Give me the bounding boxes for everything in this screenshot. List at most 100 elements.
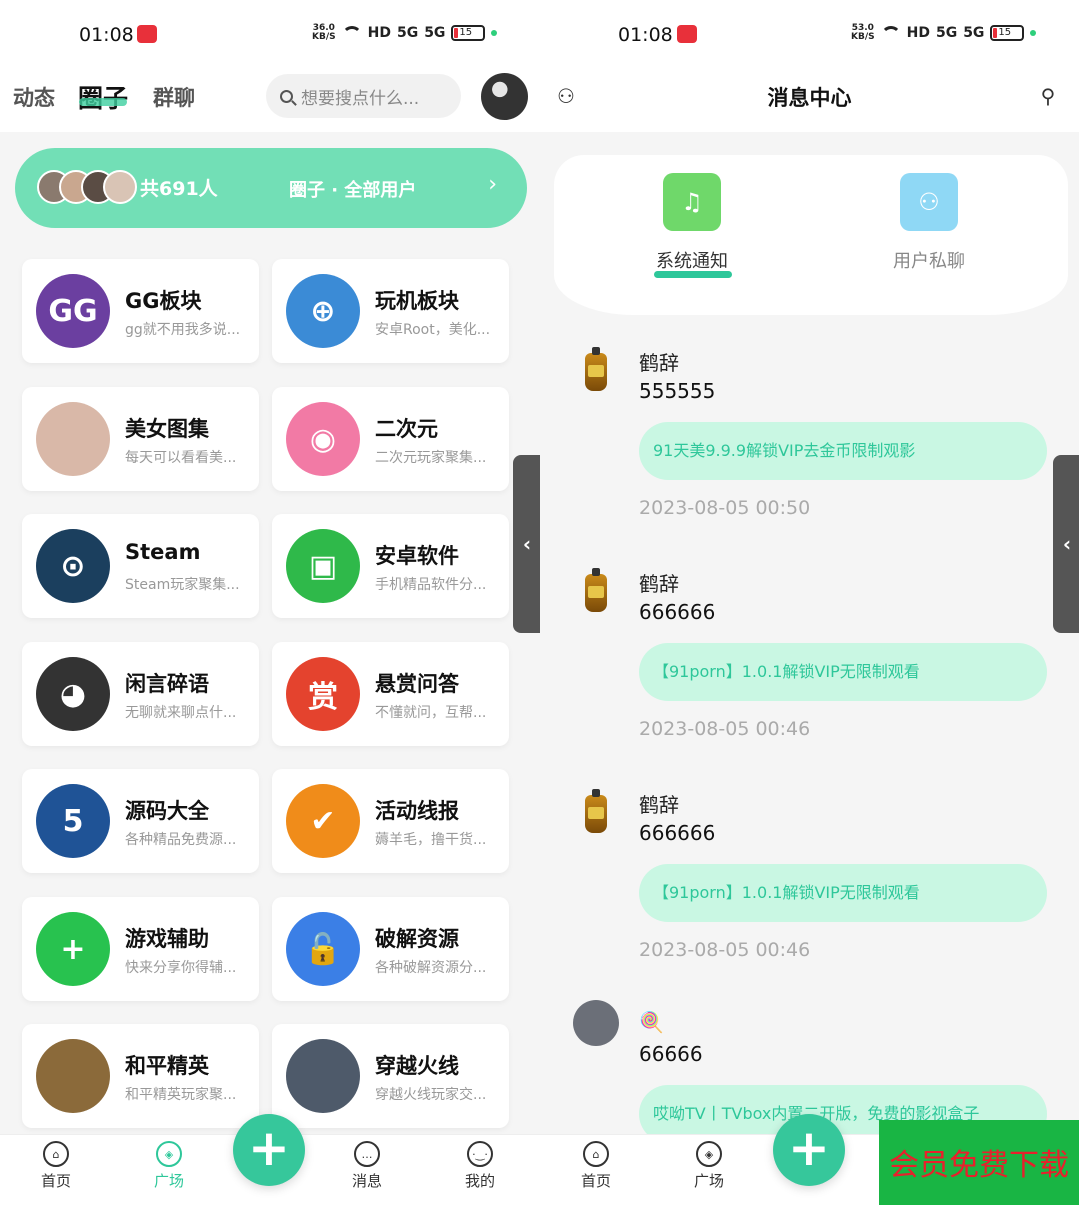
circle-name: 活动线报 bbox=[375, 799, 459, 823]
message-time: 2023-08-05 00:46 bbox=[639, 718, 811, 740]
chevron-right-icon: › bbox=[488, 172, 497, 197]
signal-icon: 5G bbox=[424, 25, 446, 41]
circle-desc: 快来分享你得辅... bbox=[125, 960, 237, 976]
face-icon: ·‿· bbox=[467, 1141, 493, 1167]
nav-home[interactable]: ⌂ 首页 bbox=[566, 1141, 626, 1191]
side-drawer-handle[interactable]: ‹ bbox=[513, 455, 540, 633]
controller-icon: + bbox=[36, 912, 110, 986]
circle-card[interactable]: ⊙ Steam Steam玩家聚集... bbox=[22, 514, 259, 618]
lock-icon: 🔓 bbox=[286, 912, 360, 986]
pubg-icon bbox=[36, 1039, 110, 1113]
create-post-button[interactable]: + bbox=[773, 1114, 845, 1186]
circle-card[interactable]: 赏悬赏问答 不懂就问，互帮... bbox=[272, 642, 509, 746]
nav-square[interactable]: ◈ 广场 bbox=[139, 1141, 199, 1191]
vip-download-overlay[interactable]: 会员免费下载 bbox=[879, 1120, 1079, 1205]
gg-icon: GG bbox=[36, 274, 110, 348]
hd-icon: HD bbox=[367, 25, 391, 41]
steam-icon: ⊙ bbox=[36, 529, 110, 603]
circle-card[interactable]: 🔓 破解资源各种破解资源分... bbox=[272, 897, 509, 1001]
circle-card[interactable]: + 游戏辅助快来分享你得辅... bbox=[22, 897, 259, 1001]
add-user-icon[interactable]: ⚲ bbox=[1036, 84, 1060, 108]
status-time: 01:08 bbox=[618, 24, 673, 46]
notification-app-icon bbox=[137, 25, 157, 43]
status-bar: 01:08 36.0 KB/S HD 5G 5G 15 bbox=[0, 0, 540, 66]
message-time: 2023-08-05 00:46 bbox=[639, 939, 811, 961]
tab-group-chat[interactable]: 群聊 bbox=[153, 82, 195, 112]
circle-card[interactable]: ⊕ 玩机板块 安卓Root，美化... bbox=[272, 259, 509, 363]
battery-icon: 15 bbox=[451, 25, 486, 41]
circle-desc: 薅羊毛，撸干货... bbox=[375, 832, 487, 848]
photo-avatar-icon bbox=[36, 402, 110, 476]
circle-name: 穿越火线 bbox=[375, 1054, 459, 1078]
circle-name: 美女图集 bbox=[125, 417, 209, 441]
circle-desc: 各种精品免费源... bbox=[125, 832, 237, 848]
users-icon: ⚇ bbox=[900, 173, 958, 231]
circle-name: 破解资源 bbox=[375, 927, 459, 951]
member-avatars bbox=[37, 170, 137, 204]
circle-card[interactable]: 和平精英和平精英玩家聚... bbox=[22, 1024, 259, 1128]
circle-name: 和平精英 bbox=[125, 1054, 209, 1078]
circle-desc: gg就不用我多说... bbox=[125, 322, 241, 338]
message-time: 2023-08-05 00:50 bbox=[639, 497, 811, 519]
circle-card[interactable]: ▣ 安卓软件 手机精品软件分... bbox=[272, 514, 509, 618]
side-drawer-handle[interactable]: ‹ bbox=[1053, 455, 1079, 633]
message-text: 555555 bbox=[639, 379, 716, 403]
circle-card[interactable]: 穿越火线穿越火线玩家交... bbox=[272, 1024, 509, 1128]
circle-name: 游戏辅助 bbox=[125, 927, 209, 951]
circle-card[interactable]: 5 源码大全 各种精品免费源... bbox=[22, 769, 259, 873]
message-link-bubble[interactable]: 91天美9.9.9解锁VIP去金币限制观影 bbox=[639, 422, 1047, 480]
message-text: 666666 bbox=[639, 821, 716, 845]
circle-desc: 每天可以看看美... bbox=[125, 450, 237, 466]
circle-card[interactable]: GG GG板块 gg就不用我多说... bbox=[22, 259, 259, 363]
compass-icon: ◈ bbox=[696, 1141, 722, 1167]
notification-app-icon bbox=[677, 25, 697, 43]
search-icon bbox=[280, 89, 293, 103]
circle-desc: 各种破解资源分... bbox=[375, 960, 487, 976]
nav-square[interactable]: ◈ 广场 bbox=[679, 1141, 739, 1191]
signal-icon: 5G bbox=[935, 25, 958, 41]
circle-name: Steam bbox=[125, 540, 201, 564]
search-input[interactable]: 想要搜点什么... bbox=[266, 74, 461, 118]
circle-name: 源码大全 bbox=[125, 799, 209, 823]
net-speed: 36.0 KB/S bbox=[312, 23, 336, 42]
home-icon: ⌂ bbox=[43, 1141, 69, 1167]
create-post-button[interactable]: + bbox=[233, 1114, 305, 1186]
circle-desc: 穿越火线玩家交... bbox=[375, 1087, 487, 1103]
cf-icon bbox=[286, 1039, 360, 1113]
avatar[interactable] bbox=[481, 73, 528, 120]
circle-name: 二次元 bbox=[375, 417, 438, 441]
privacy-dot bbox=[1030, 30, 1037, 36]
circle-desc: 二次元玩家聚集... bbox=[375, 450, 487, 466]
wifi-icon bbox=[341, 26, 362, 40]
circle-desc: 和平精英玩家聚... bbox=[125, 1087, 237, 1103]
tab-circles[interactable]: 圈子 bbox=[78, 79, 128, 115]
page-title: 消息中心 bbox=[767, 86, 852, 110]
search-placeholder: 想要搜点什么... bbox=[301, 88, 420, 109]
sender-name: 🍭 bbox=[639, 1010, 664, 1034]
badge-check-icon: ✔ bbox=[286, 784, 360, 858]
tab-system-notice[interactable]: ♫ 系统通知 bbox=[632, 173, 752, 273]
nav-profile[interactable]: ·‿· 我的 bbox=[450, 1141, 510, 1191]
message-link-bubble[interactable]: 【91porn】1.0.1解锁VIP无限制观看 bbox=[639, 864, 1047, 922]
circle-name: 闲言碎语 bbox=[125, 672, 209, 696]
all-users-banner[interactable]: 共691人 圈子 · 全部用户 › bbox=[15, 148, 527, 228]
circle-desc: 手机精品软件分... bbox=[375, 577, 487, 593]
circle-card[interactable]: ◉ 二次元 二次元玩家聚集... bbox=[272, 387, 509, 491]
nav-home[interactable]: ⌂ 首页 bbox=[26, 1141, 86, 1191]
battery-icon: 15 bbox=[990, 25, 1025, 41]
circle-desc: Steam玩家聚集... bbox=[125, 577, 240, 593]
nav-messages[interactable]: … 消息 bbox=[337, 1141, 397, 1191]
circle-card[interactable]: 美女图集每天可以看看美... bbox=[22, 387, 259, 491]
message-text: 66666 bbox=[639, 1042, 703, 1066]
android-icon: ▣ bbox=[286, 529, 360, 603]
tab-private-chat[interactable]: ⚇ 用户私聊 bbox=[869, 173, 989, 273]
net-speed: 53.0 KB/S bbox=[851, 23, 875, 42]
sender-name: 鹤辞 bbox=[639, 793, 679, 817]
circle-card[interactable]: ✔ 活动线报薅羊毛，撸干货... bbox=[272, 769, 509, 873]
message-link-bubble[interactable]: 【91porn】1.0.1解锁VIP无限制观看 bbox=[639, 643, 1047, 701]
home-icon: ⌂ bbox=[583, 1141, 609, 1167]
tab-feed[interactable]: 动态 bbox=[13, 82, 55, 112]
gamepad-icon: ⊕ bbox=[286, 274, 360, 348]
top-header: ⚇ 消息中心 ⚲ bbox=[540, 66, 1079, 132]
circle-card[interactable]: ◕ 闲言碎语 无聊就来聊点什... bbox=[22, 642, 259, 746]
